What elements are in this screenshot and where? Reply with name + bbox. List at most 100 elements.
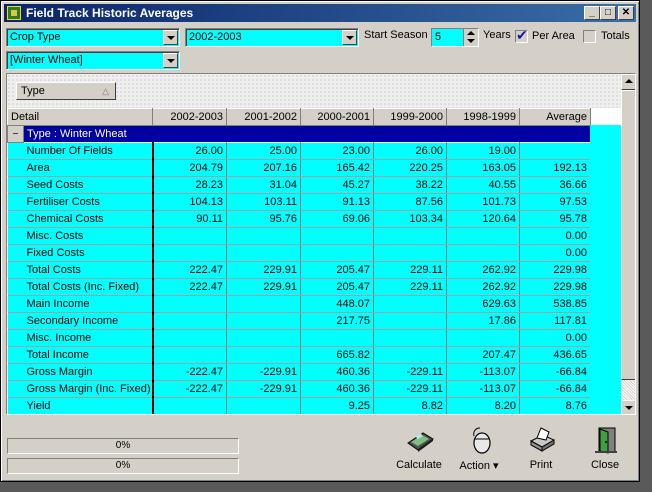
table-cell[interactable]: 229.11 bbox=[373, 278, 447, 296]
group-row[interactable]: − Type : Winter Wheat bbox=[7, 125, 591, 143]
minimize-button[interactable]: _ bbox=[584, 6, 600, 20]
table-cell[interactable]: 36.66 bbox=[519, 176, 591, 194]
table-cell[interactable]: 8.76 bbox=[519, 397, 591, 414]
table-cell[interactable]: 120.64 bbox=[446, 210, 520, 228]
group-chip-type[interactable]: Type △ bbox=[16, 82, 116, 100]
action-menu-button[interactable]: Action ▾ bbox=[451, 423, 507, 477]
group-by-panel[interactable]: Type △ bbox=[7, 74, 621, 108]
group-field-combo[interactable]: Crop Type bbox=[6, 28, 180, 47]
row-label[interactable]: Total Costs (Inc. Fixed) bbox=[23, 278, 154, 296]
table-cell[interactable]: 23.00 bbox=[300, 142, 374, 160]
table-cell[interactable]: 26.00 bbox=[152, 142, 227, 160]
table-cell[interactable]: 91.13 bbox=[300, 193, 374, 211]
print-button[interactable]: Print bbox=[513, 423, 569, 477]
table-cell[interactable]: 101.73 bbox=[446, 193, 520, 211]
table-cell[interactable]: 204.79 bbox=[152, 159, 227, 177]
table-cell[interactable]: 165.42 bbox=[300, 159, 374, 177]
collapse-icon[interactable]: − bbox=[7, 125, 24, 143]
row-label[interactable]: Chemical Costs bbox=[23, 210, 154, 228]
table-cell[interactable] bbox=[373, 346, 447, 364]
table-cell[interactable]: 629.63 bbox=[446, 295, 520, 313]
col-header[interactable]: 2002-2003 bbox=[152, 108, 227, 126]
row-label[interactable]: Gross Margin (Inc. Fixed) bbox=[23, 380, 154, 398]
table-cell[interactable]: 97.53 bbox=[519, 193, 591, 211]
col-header[interactable]: 2000-2001 bbox=[300, 108, 374, 126]
table-cell[interactable] bbox=[152, 227, 227, 245]
table-row[interactable]: Fixed Costs 0.00 bbox=[7, 244, 591, 262]
table-row[interactable]: Misc. Costs 0.00 bbox=[7, 227, 591, 245]
table-cell[interactable]: -222.47 bbox=[152, 380, 227, 398]
row-label[interactable]: Fertiliser Costs bbox=[23, 193, 154, 211]
table-cell[interactable]: 103.11 bbox=[226, 193, 301, 211]
table-cell[interactable]: -66.84 bbox=[519, 380, 591, 398]
table-cell[interactable] bbox=[373, 312, 447, 330]
table-cell[interactable]: 229.98 bbox=[519, 261, 591, 279]
table-cell[interactable] bbox=[373, 329, 447, 347]
col-header[interactable]: 1999-2000 bbox=[373, 108, 447, 126]
table-cell[interactable]: 192.13 bbox=[519, 159, 591, 177]
table-cell[interactable]: 460.36 bbox=[300, 363, 374, 381]
table-cell[interactable]: 95.76 bbox=[226, 210, 301, 228]
table-cell[interactable]: -229.11 bbox=[373, 363, 447, 381]
table-row[interactable]: Secondary Income 217.75 17.86 117.81 bbox=[7, 312, 591, 330]
table-cell[interactable]: 87.56 bbox=[373, 193, 447, 211]
table-cell[interactable] bbox=[446, 244, 520, 262]
chevron-down-icon[interactable] bbox=[342, 30, 357, 45]
table-cell[interactable]: -222.47 bbox=[152, 363, 227, 381]
table-cell[interactable]: 229.91 bbox=[226, 278, 301, 296]
table-cell[interactable] bbox=[226, 397, 301, 414]
col-header[interactable]: 2001-2002 bbox=[226, 108, 301, 126]
table-cell[interactable]: 104.13 bbox=[152, 193, 227, 211]
table-cell[interactable]: 163.05 bbox=[446, 159, 520, 177]
table-cell[interactable]: 0.00 bbox=[519, 227, 591, 245]
table-cell[interactable] bbox=[300, 244, 374, 262]
vertical-scrollbar[interactable] bbox=[621, 74, 635, 414]
table-row[interactable]: Gross Margin -222.47 -229.91 460.36 -229.11-… bbox=[7, 363, 591, 381]
table-cell[interactable]: 28.23 bbox=[152, 176, 227, 194]
table-cell[interactable]: 460.36 bbox=[300, 380, 374, 398]
table-cell[interactable] bbox=[152, 312, 227, 330]
table-cell[interactable]: 262.92 bbox=[446, 261, 520, 279]
table-cell[interactable]: 38.22 bbox=[373, 176, 447, 194]
row-label[interactable]: Secondary Income bbox=[23, 312, 154, 330]
close-window-button[interactable]: ✕ bbox=[618, 6, 634, 20]
row-label[interactable]: Misc. Income bbox=[23, 329, 154, 347]
table-row[interactable]: Yield 9.25 8.82 8.20 8.76 bbox=[7, 397, 591, 414]
table-row[interactable]: Area 204.79 207.16 165.42 220.25 163.05 192.13 bbox=[7, 159, 591, 177]
table-cell[interactable]: 69.06 bbox=[300, 210, 374, 228]
stepper-buttons[interactable] bbox=[463, 29, 478, 46]
table-cell[interactable]: 8.20 bbox=[446, 397, 520, 414]
table-cell[interactable]: 222.47 bbox=[152, 278, 227, 296]
row-label[interactable]: Main Income bbox=[23, 295, 154, 313]
row-label[interactable]: Number Of Fields bbox=[23, 142, 154, 160]
table-cell[interactable]: 538.85 bbox=[519, 295, 591, 313]
table-row[interactable]: Main Income 448.07 629.63 538.85 bbox=[7, 295, 591, 313]
table-row[interactable]: Total Income 665.82 207.47 436.65 bbox=[7, 346, 591, 364]
table-cell[interactable] bbox=[373, 295, 447, 313]
table-cell[interactable]: -66.84 bbox=[519, 363, 591, 381]
table-cell[interactable]: 25.00 bbox=[226, 142, 301, 160]
calculate-button[interactable]: Calculate bbox=[391, 423, 447, 477]
row-label[interactable]: Gross Margin bbox=[23, 363, 154, 381]
table-cell[interactable]: 45.27 bbox=[300, 176, 374, 194]
table-cell[interactable]: 0.00 bbox=[519, 244, 591, 262]
table-row[interactable]: Misc. Income 0.00 bbox=[7, 329, 591, 347]
table-cell[interactable]: -113.07 bbox=[446, 363, 520, 381]
table-cell[interactable]: 229.91 bbox=[226, 261, 301, 279]
table-cell[interactable] bbox=[226, 244, 301, 262]
row-label[interactable]: Misc. Costs bbox=[23, 227, 154, 245]
table-cell[interactable]: 19.00 bbox=[446, 142, 520, 160]
row-label[interactable]: Total Income bbox=[23, 346, 154, 364]
table-cell[interactable] bbox=[519, 142, 591, 160]
table-cell[interactable]: 40.55 bbox=[446, 176, 520, 194]
row-label[interactable]: Fixed Costs bbox=[23, 244, 154, 262]
table-cell[interactable] bbox=[300, 329, 374, 347]
table-cell[interactable] bbox=[152, 397, 227, 414]
table-row[interactable]: Gross Margin (Inc. Fixed) -222.47 -229.91 4… bbox=[7, 380, 591, 398]
scroll-down-icon[interactable] bbox=[621, 400, 635, 414]
table-cell[interactable]: 436.65 bbox=[519, 346, 591, 364]
table-cell[interactable]: 103.34 bbox=[373, 210, 447, 228]
table-cell[interactable] bbox=[300, 227, 374, 245]
table-cell[interactable] bbox=[226, 346, 301, 364]
col-header[interactable]: Average bbox=[519, 108, 591, 126]
